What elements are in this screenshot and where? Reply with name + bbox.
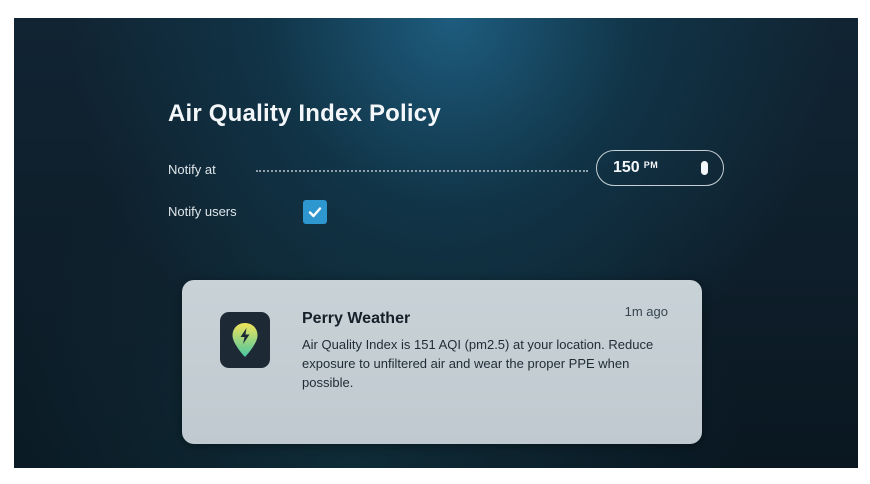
stepper-handle-icon[interactable] (701, 161, 708, 175)
notify-users-checkbox[interactable] (303, 200, 327, 224)
app-name: Perry Weather (302, 310, 411, 327)
notify-users-label: Notify users (168, 204, 237, 219)
threshold-value: 150 (613, 159, 640, 176)
threshold-unit: PM (643, 160, 659, 170)
map-pin-lightning-icon (232, 323, 258, 357)
threshold-stepper[interactable]: 150 PM (596, 150, 724, 186)
notification-card[interactable]: Perry Weather 1m ago Air Quality Index i… (182, 280, 702, 444)
dotted-leader (256, 170, 588, 172)
notify-at-label: Notify at (168, 162, 216, 177)
aqi-policy-panel: Air Quality Index Policy Notify at 150 P… (14, 18, 858, 468)
checkmark-icon (308, 207, 322, 218)
notification-time: 1m ago (624, 304, 668, 319)
app-icon (220, 312, 270, 368)
notify-users-row: Notify users (168, 198, 368, 228)
page-title: Air Quality Index Policy (168, 100, 441, 127)
notification-message: Air Quality Index is 151 AQI (pm2.5) at … (302, 337, 654, 390)
notify-at-row: Notify at 150 PM (168, 150, 728, 190)
